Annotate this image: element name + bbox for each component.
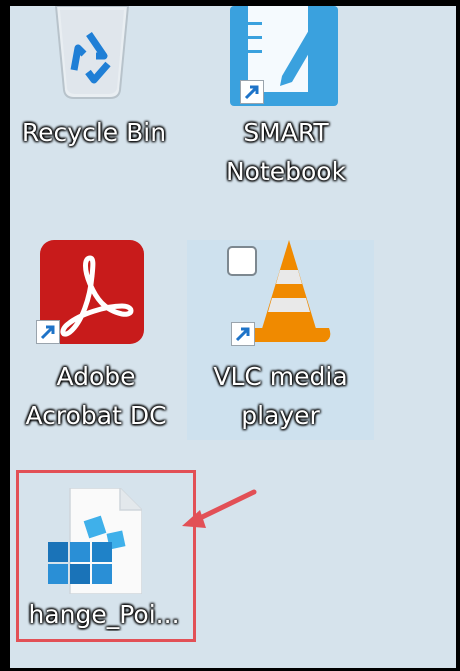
smart-notebook-label-line1: SMART bbox=[243, 118, 329, 147]
shortcut-arrow-icon bbox=[36, 320, 60, 344]
vlc-label-line2: player bbox=[241, 401, 320, 430]
highlight-box bbox=[16, 470, 196, 642]
adobe-acrobat-shortcut[interactable]: Adobe Acrobat DC bbox=[10, 240, 185, 440]
vlc-label-line1: VLC media bbox=[213, 362, 348, 391]
recycle-bin-label: Recycle Bin bbox=[21, 118, 167, 147]
shortcut-arrow-icon bbox=[231, 322, 255, 346]
adobe-acrobat-label-line2: Acrobat DC bbox=[25, 401, 167, 430]
recycle-bin-icon bbox=[54, 6, 130, 99]
shortcut-arrow-icon bbox=[240, 80, 264, 104]
recycle-bin-shortcut[interactable]: Recycle Bin bbox=[10, 6, 185, 196]
smart-notebook-label-line2: Notebook bbox=[225, 157, 347, 186]
desktop: Recycle Bin SMART Notebook Adobe Acrobat… bbox=[10, 6, 456, 668]
smart-notebook-shortcut[interactable]: SMART Notebook bbox=[198, 6, 378, 196]
adobe-acrobat-label-line1: Adobe bbox=[56, 362, 136, 391]
vlc-shortcut[interactable]: VLC media player bbox=[187, 240, 374, 440]
arrow-icon bbox=[182, 489, 257, 528]
